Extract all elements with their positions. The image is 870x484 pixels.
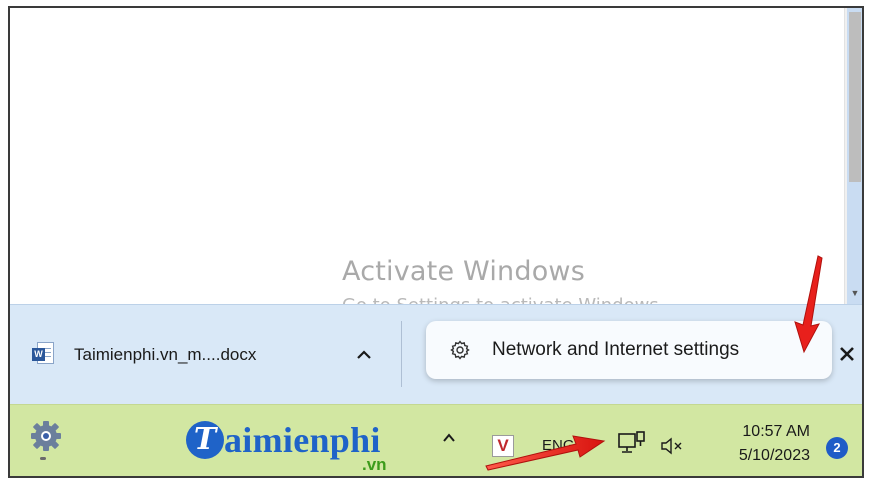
logo-text: aimienphi [224,420,381,460]
unikey-v-icon[interactable]: V [492,435,514,457]
clock-date: 5/10/2023 [738,447,810,464]
language-indicator[interactable]: ENG [542,437,575,454]
vertical-scrollbar[interactable]: ▼ [844,8,862,304]
clock-time: 10:57 AM [742,423,810,440]
logo-domain: .vn [362,455,387,474]
active-app-indicator [40,457,46,460]
close-icon[interactable] [836,341,858,367]
network-settings-label[interactable]: Network and Internet settings [492,339,739,361]
logo-letter: T [186,421,224,459]
notification-badge[interactable]: 2 [826,437,848,459]
word-document-icon: W [32,342,54,368]
settings-taskbar-button[interactable] [30,419,62,465]
wired-network-icon[interactable] [618,431,646,457]
screenshot-frame: Activate Windows Go to Settings to activ… [8,6,864,478]
browser-content-area: Activate Windows Go to Settings to activ… [10,8,844,316]
settings-gear-icon [31,421,61,451]
network-settings-menu-item[interactable]: Network and Internet settings [426,321,832,379]
volume-muted-icon[interactable] [660,437,686,455]
download-file-name[interactable]: Taimienphi.vn_m....docx [74,345,256,365]
scrollbar-thumb[interactable] [849,12,861,182]
taskbar: T aimienphi .vn V ENG 10:57 AM 5/10/2023… [10,404,862,476]
system-clock[interactable]: 10:57 AM 5/10/2023 [700,423,810,465]
scroll-down-arrow-icon[interactable]: ▼ [848,286,862,300]
gear-icon [450,340,470,360]
download-item[interactable]: W Taimienphi.vn_m....docx [32,341,256,369]
watermark-title: Activate Windows [342,256,585,287]
download-bar: W Taimienphi.vn_m....docx Network and In… [10,304,862,404]
chevron-up-icon[interactable] [352,343,376,367]
download-bar-divider [401,321,402,387]
taimienphi-logo: T aimienphi .vn [186,417,422,475]
show-hidden-icons-button[interactable] [440,429,458,447]
